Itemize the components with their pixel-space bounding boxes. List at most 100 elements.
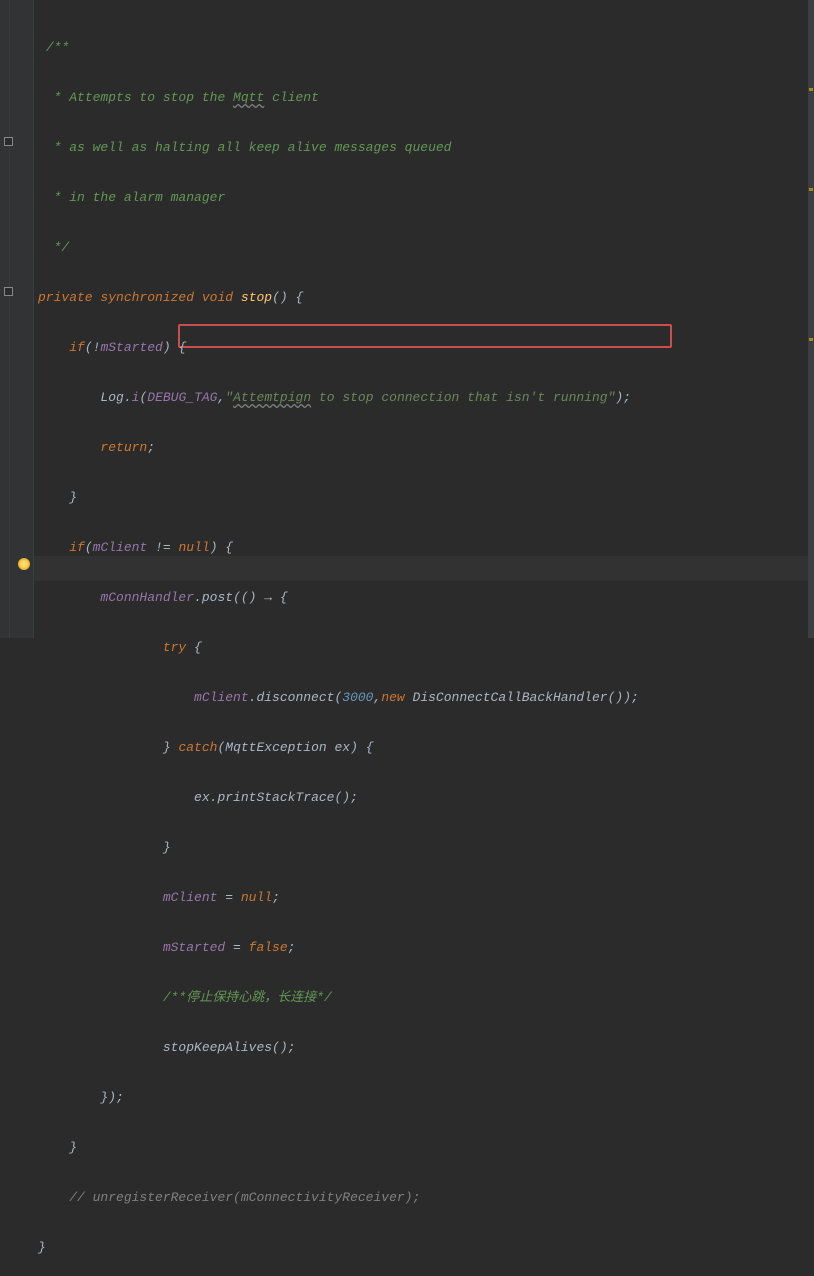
intention-bulb-icon[interactable] [18,558,30,570]
scrollbar-track[interactable] [808,0,814,638]
brace: } [163,740,179,755]
kw-void: void [202,290,233,305]
kw-return: return [100,440,147,455]
method-call: stopKeepAlives [163,1040,272,1055]
kw-if: if [69,340,85,355]
paren: ( [334,690,342,705]
field-ref: mConnHandler [100,590,194,605]
semi: ; [147,440,155,455]
class-ref: DisConnectCallBackHandler [413,690,608,705]
code-line[interactable]: return; [38,435,639,460]
code-line[interactable]: */ [38,235,639,260]
code-line[interactable]: mStarted = false; [38,935,639,960]
brace: { [288,290,304,305]
var: ex [327,740,350,755]
code-area[interactable]: /** * Attempts to stop the Mqtt client *… [38,10,639,1276]
code-line[interactable]: }); [38,1085,639,1110]
method-call: post [202,590,233,605]
field-ref: mClient [93,540,148,555]
javadoc-text: * Attempts to stop the [46,90,233,105]
dot: . [124,390,132,405]
brace: { [272,590,288,605]
parens: () [608,690,624,705]
code-line[interactable]: stopKeepAlives(); [38,1035,639,1060]
fold-collapse-icon[interactable] [4,137,13,146]
field-ref: mStarted [100,340,162,355]
num-literal: 3000 [342,690,373,705]
code-line[interactable]: try { [38,635,639,660]
dot: . [249,690,257,705]
javadoc-text: * as well as halting all keep alive mess… [46,140,452,155]
method-call: printStackTrace [217,790,334,805]
brace: { [186,640,202,655]
kw-null: null [178,540,209,555]
code-line[interactable]: } [38,1235,639,1260]
code-line[interactable]: /** [38,35,639,60]
javadoc-start: /** [46,40,69,55]
dot: . [194,590,202,605]
brace: } [69,490,77,505]
javadoc-end: */ [46,240,69,255]
code-line[interactable]: /**停止保持心跳，长连接*/ [38,985,639,1010]
parens: () [272,290,288,305]
str-open: " [225,390,233,405]
field-ref: mClient [163,890,218,905]
line-comment: // unregisterReceiver(mConnectivityRecei… [69,1190,420,1205]
kw-null: null [241,890,272,905]
lambda-close: }); [100,1090,123,1105]
op: != [147,540,178,555]
kw-if: if [69,540,85,555]
paren: ( [85,540,93,555]
class-ref: Log [100,390,123,405]
const-ref: DEBUG_TAG [147,390,217,405]
typo: Mqtt [233,90,264,105]
punc: (); [334,790,357,805]
punc: ) { [163,340,186,355]
code-line[interactable]: * in the alarm manager [38,185,639,210]
code-line[interactable]: } [38,485,639,510]
kw-private: private [38,290,93,305]
field-ref: mStarted [163,940,225,955]
punc: ) { [210,540,233,555]
dot: . [210,790,218,805]
code-line[interactable]: private synchronized void stop() { [38,285,639,310]
semi: ; [272,890,280,905]
punc: ); [615,390,631,405]
warn-mark[interactable] [809,188,813,191]
warn-mark[interactable] [809,88,813,91]
brace: } [69,1140,77,1155]
code-line[interactable]: Log.i(DEBUG_TAG,"Attemtpign to stop conn… [38,385,639,410]
punc: ) { [350,740,373,755]
typo: Attemtpign [233,390,311,405]
punc: ); [623,690,639,705]
var: ex [194,790,210,805]
punc: (! [85,340,101,355]
code-line[interactable]: * as well as halting all keep alive mess… [38,135,639,160]
class-ref: MqttException [225,740,326,755]
code-line[interactable]: if(mClient != null) { [38,535,639,560]
field-ref: mClient [194,690,249,705]
warn-mark[interactable] [809,338,813,341]
code-line[interactable]: mConnHandler.post(() → { [38,585,639,610]
code-line[interactable]: } catch(MqttException ex) { [38,735,639,760]
code-line[interactable]: } [38,1135,639,1160]
code-line[interactable]: } [38,835,639,860]
code-line[interactable]: mClient.disconnect(3000,new DisConnectCa… [38,685,639,710]
fold-collapse-icon[interactable] [4,287,13,296]
kw-synchronized: synchronized [100,290,194,305]
fold-line [9,0,10,638]
code-line[interactable]: mClient = null; [38,885,639,910]
code-line[interactable]: if(!mStarted) { [38,335,639,360]
code-line[interactable]: // unregisterReceiver(mConnectivityRecei… [38,1185,639,1210]
semi: ; [288,940,296,955]
op: = [225,940,248,955]
arrow-icon: → [264,590,272,605]
comma: , [374,690,382,705]
code-line[interactable]: ex.printStackTrace(); [38,785,639,810]
op: = [217,890,240,905]
javadoc-text: * in the alarm manager [46,190,225,205]
brace: } [38,1240,46,1255]
method-name: stop [241,290,272,305]
kw-catch: catch [178,740,217,755]
code-line[interactable]: * Attempts to stop the Mqtt client [38,85,639,110]
